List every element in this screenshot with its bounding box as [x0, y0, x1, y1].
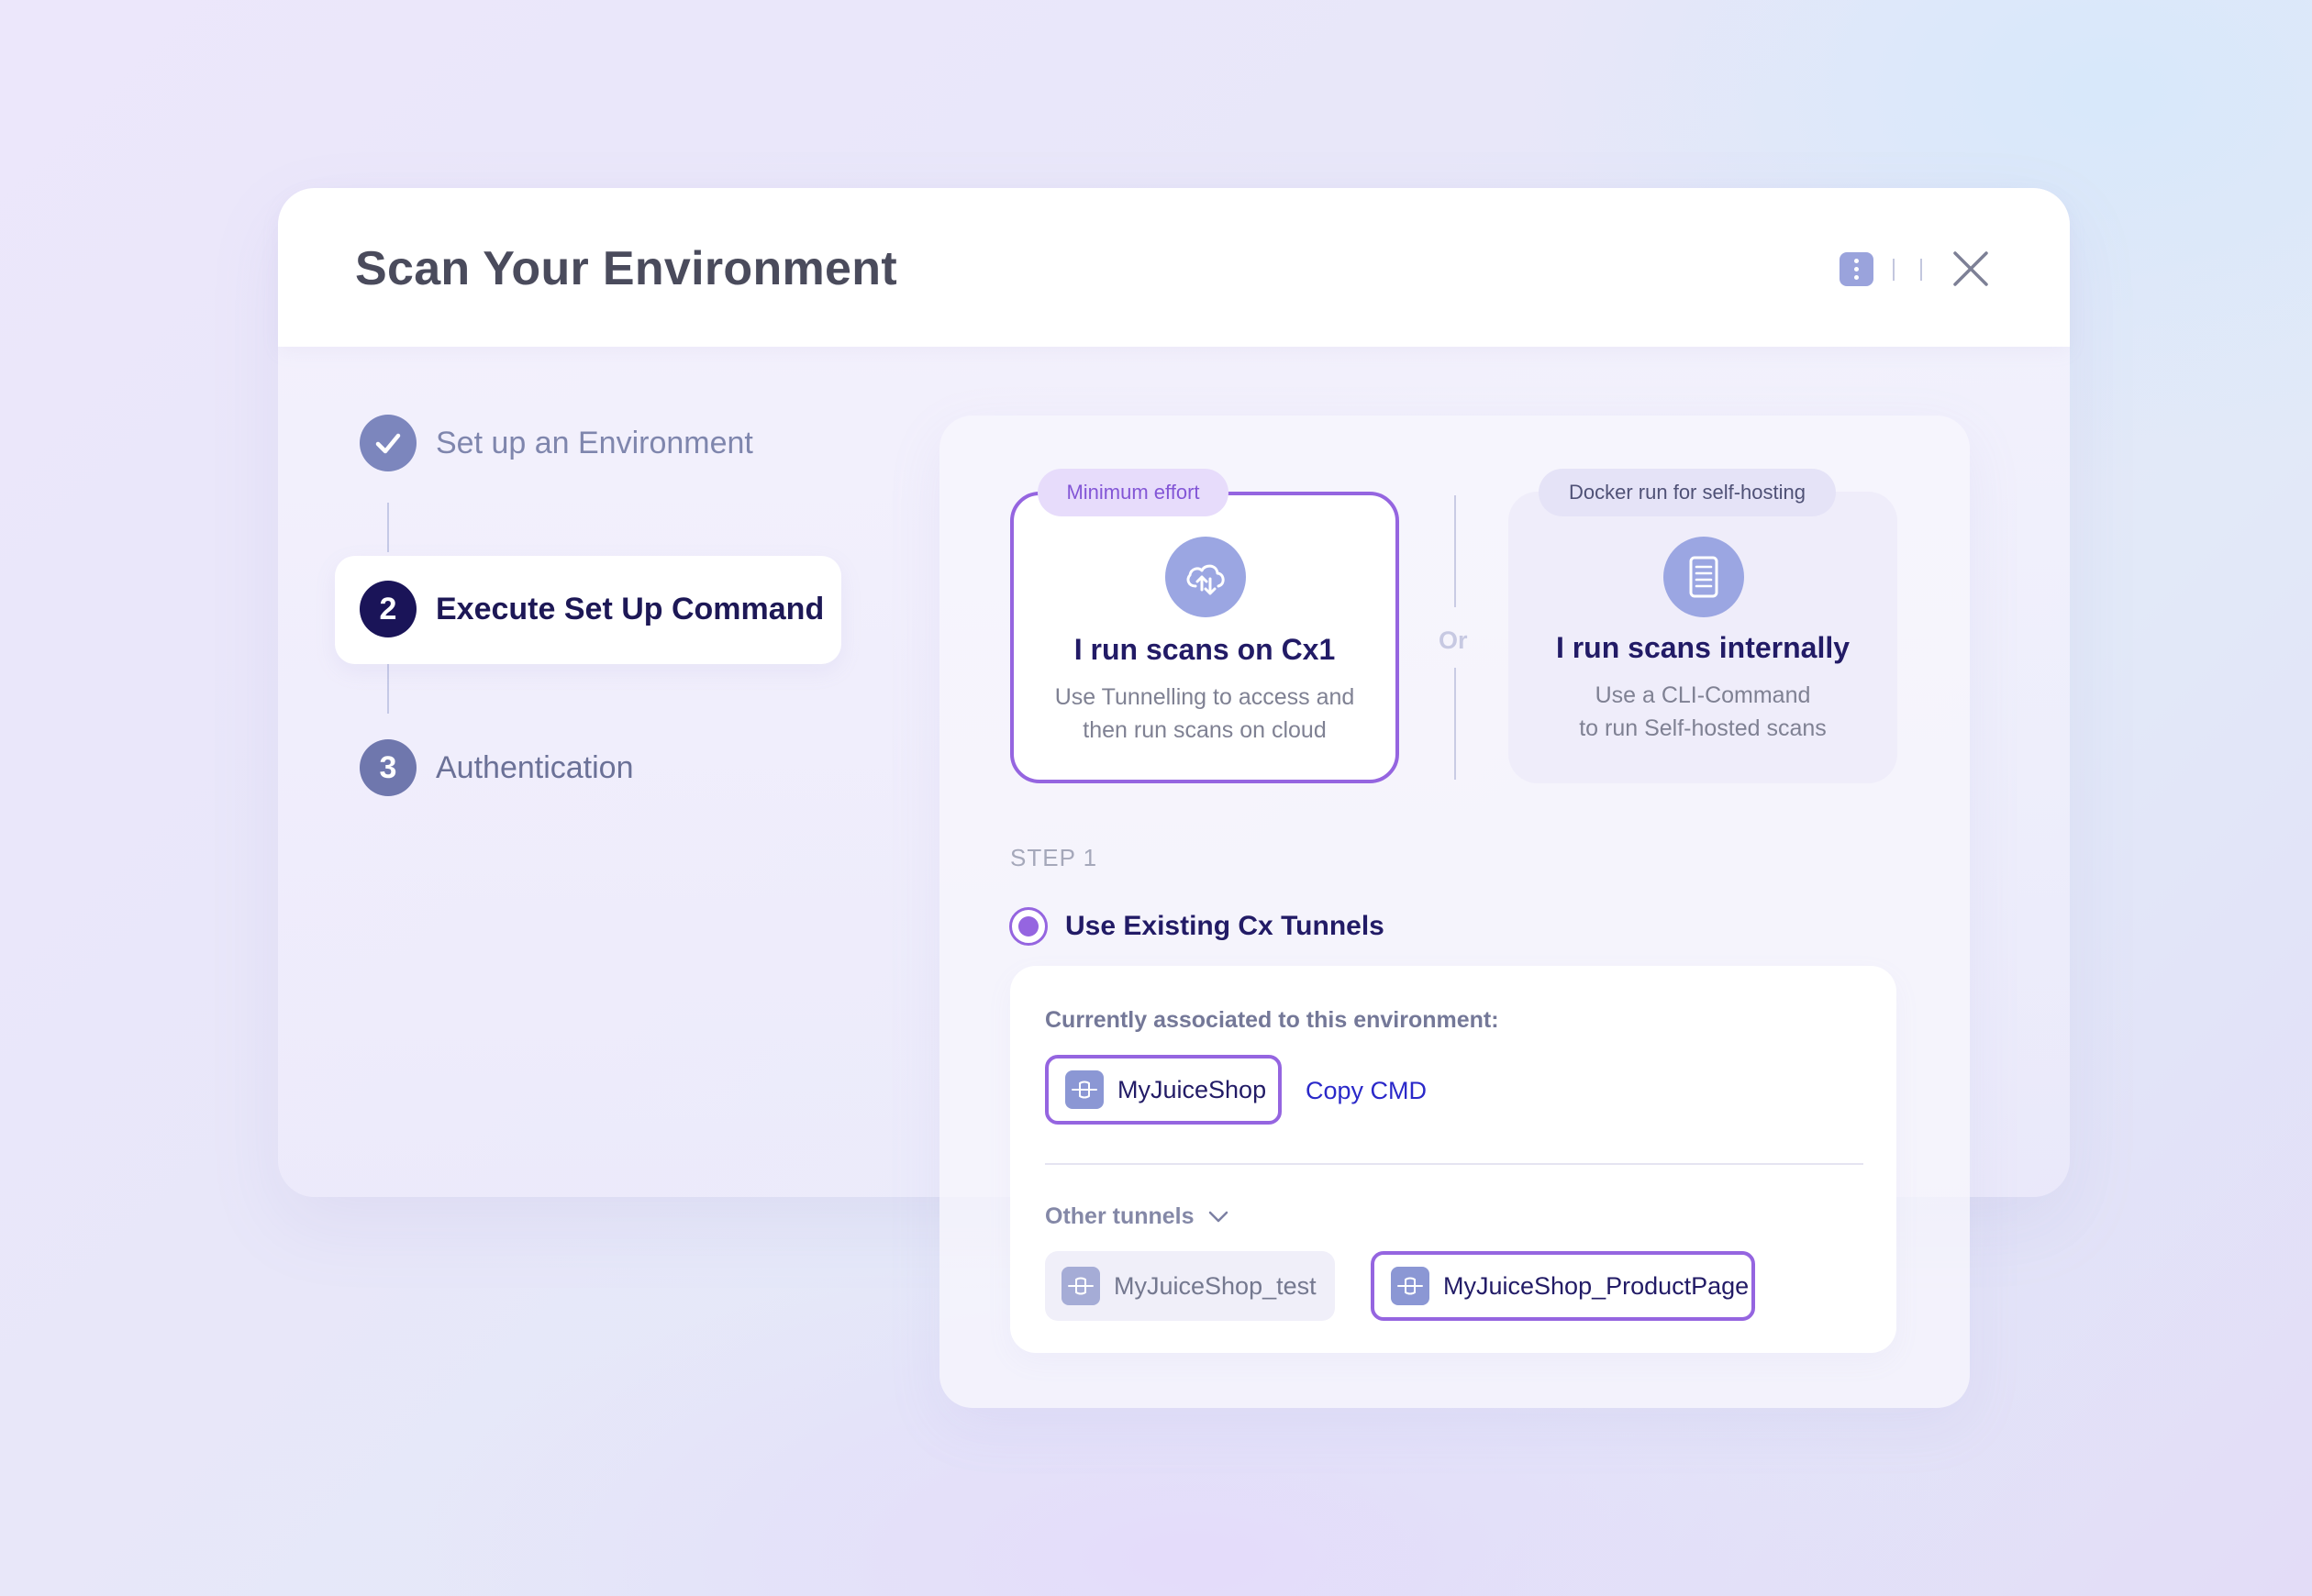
close-icon[interactable] — [1950, 248, 1992, 290]
radio-label: Use Existing Cx Tunnels — [1065, 911, 1384, 941]
option-title: I run scans internally — [1555, 631, 1851, 664]
step-number: 2 — [360, 581, 417, 637]
dialog-header: Scan Your Environment — [278, 188, 2070, 347]
option-description-line: then run scans on cloud — [1083, 717, 1327, 743]
step-label: Set up an Environment — [436, 425, 753, 460]
server-icon — [1663, 537, 1744, 617]
other-tunnels-label: Other tunnels — [1045, 1203, 1195, 1229]
option-divider-line — [1454, 495, 1456, 607]
tunnel-chip-other[interactable]: MyJuiceShop_test — [1045, 1251, 1335, 1321]
tunnel-chip-label: MyJuiceShop_test — [1114, 1271, 1317, 1300]
cloud-sync-icon — [1165, 537, 1246, 617]
dialog-title: Scan Your Environment — [355, 242, 897, 295]
check-icon — [360, 415, 417, 471]
step-label: Execute Set Up Command — [436, 591, 825, 626]
option-description-line: to run Self-hosted scans — [1579, 715, 1827, 741]
step-label: Authentication — [436, 749, 634, 785]
tunnel-icon — [1391, 1267, 1429, 1305]
radio-selected-icon[interactable] — [1009, 907, 1048, 946]
step-tag: STEP 1 — [1010, 844, 1098, 871]
other-tunnels-toggle[interactable]: Other tunnels — [1045, 1203, 1229, 1230]
option-badge-docker: Docker run for self-hosting — [1539, 469, 1836, 516]
tunnel-chip-label: MyJuiceShop — [1117, 1075, 1267, 1103]
copy-cmd-link[interactable]: Copy CMD — [1306, 1077, 1427, 1105]
stepper-step-execute-command[interactable]: 2 Execute Set Up Command — [360, 581, 824, 637]
stepper-step-authentication[interactable]: 3 Authentication — [360, 739, 634, 796]
chevron-down-icon — [1208, 1211, 1228, 1222]
header-separator — [1893, 259, 1895, 281]
more-options-icon[interactable] — [1840, 252, 1873, 286]
associated-label: Currently associated to this environment… — [1045, 1007, 1499, 1033]
option-divider-text: Or — [1439, 626, 1468, 654]
option-description-line: Use a CLI-Command — [1595, 682, 1811, 708]
section-divider — [1045, 1163, 1863, 1165]
step-number: 3 — [360, 739, 417, 796]
stepper-connector — [387, 503, 389, 552]
option-badge-minimum-effort: Minimum effort — [1038, 469, 1228, 516]
tunnel-chip-other-selected[interactable]: MyJuiceShop_ProductPage — [1371, 1251, 1755, 1321]
use-existing-tunnels-radio[interactable]: Use Existing Cx Tunnels — [1009, 907, 1384, 946]
option-title: I run scans on Cx1 — [1073, 633, 1336, 666]
tunnel-icon — [1065, 1070, 1104, 1109]
header-separator — [1920, 259, 1922, 281]
tunnel-chip-label: MyJuiceShop_ProductPage — [1443, 1271, 1750, 1300]
stepper-connector — [387, 664, 389, 714]
option-divider-line — [1454, 668, 1456, 780]
stepper-step-setup-environment[interactable]: Set up an Environment — [360, 415, 753, 471]
tunnel-icon — [1062, 1267, 1100, 1305]
option-description-line: Use Tunnelling to access and — [1054, 684, 1355, 710]
tunnel-chip-associated[interactable]: MyJuiceShop — [1045, 1055, 1282, 1125]
